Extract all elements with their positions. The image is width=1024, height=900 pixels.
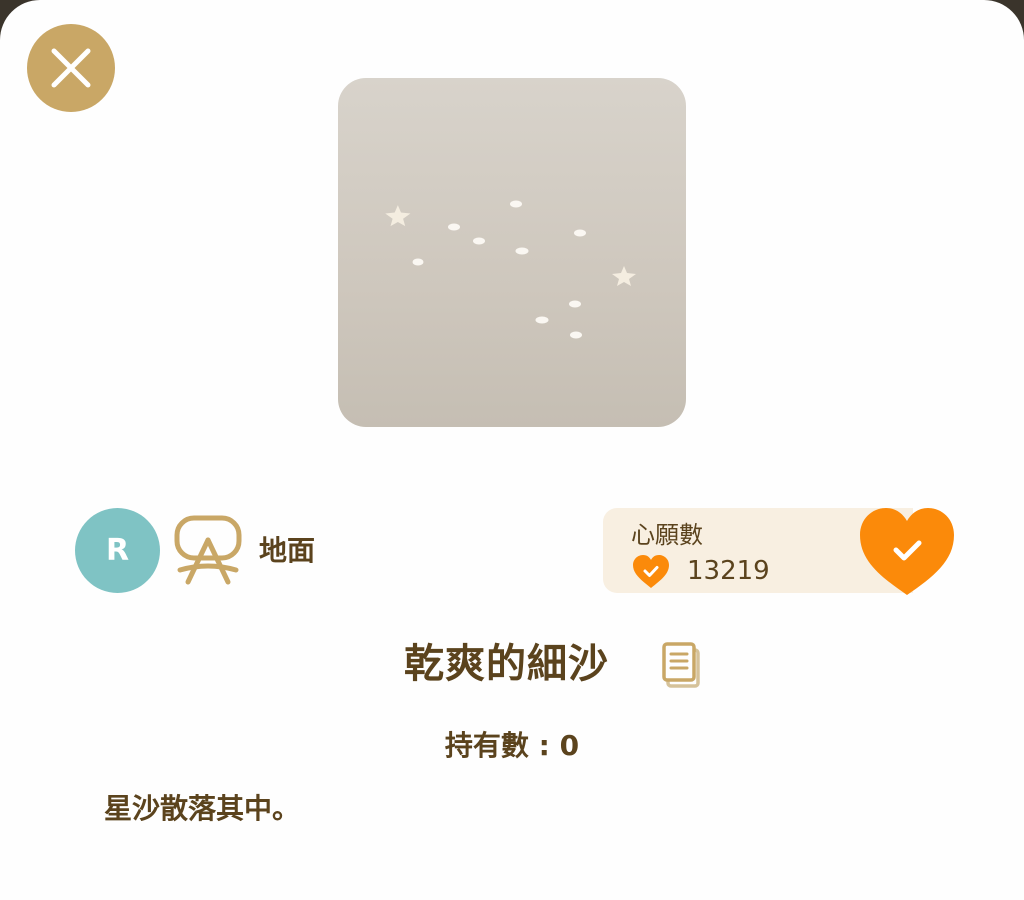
item-description: 星沙散落其中。 (104, 792, 301, 825)
item-detail-card: R 地面 心願數 13219 乾爽的細沙 持有數 : 0 星沙散落其中。 (0, 0, 1024, 900)
ground-stand-icon (174, 515, 242, 585)
owned-count: 持有數 : 0 (444, 729, 580, 762)
wish-count: 13219 (687, 556, 770, 586)
document-copy-icon[interactable] (660, 640, 704, 690)
wish-heart-button[interactable] (857, 505, 957, 597)
heart-check-icon (633, 555, 669, 588)
category-label: 地面 (259, 534, 316, 567)
close-button[interactable] (27, 24, 115, 112)
close-icon (51, 48, 91, 88)
star-sand-image (385, 200, 636, 339)
item-image (338, 78, 686, 427)
wish-label: 心願數 (631, 521, 703, 549)
rarity-badge: R (75, 508, 160, 593)
item-name: 乾爽的細沙 (404, 641, 609, 687)
